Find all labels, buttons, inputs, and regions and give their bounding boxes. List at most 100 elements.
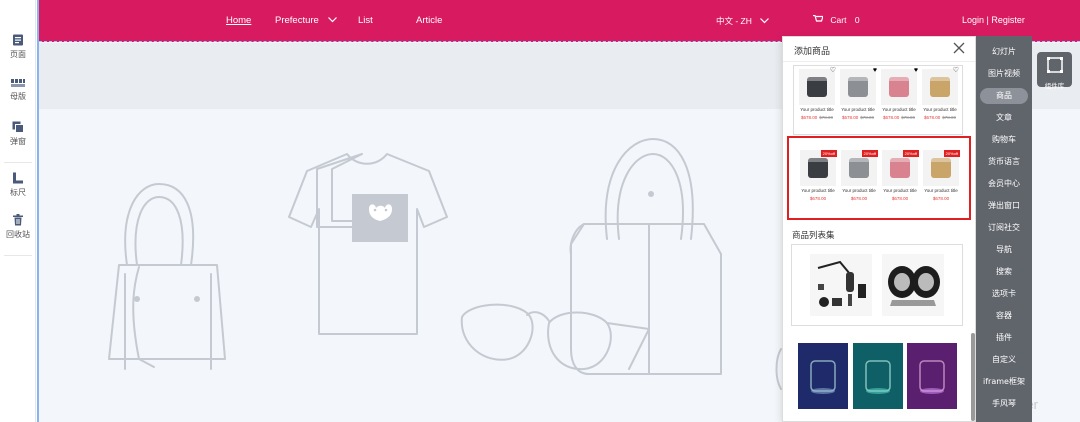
cart-count: 0 [854,15,860,25]
speaker-image [931,158,951,178]
speaker-image [848,77,868,97]
category-container[interactable]: 容器 [980,308,1028,324]
component-library-button[interactable]: 组件库 [1037,52,1072,90]
product-price: $678.00 $78.00 [923,115,957,120]
product-card: 20%off Your product title $678.00 [840,150,878,208]
category-article[interactable]: 文章 [980,110,1028,126]
product-title: Your product title [841,107,875,112]
template-icon [11,79,25,87]
category-product[interactable]: 商品 [980,88,1028,104]
chevron-down-icon [328,17,338,23]
product-image-purple[interactable] [907,343,957,409]
heart-filled-icon: ♥ [872,67,877,74]
tool-page-label: 页面 [10,50,26,59]
product-price: $678.00 [932,196,950,201]
cart-label: Cart [830,15,847,25]
language-select[interactable]: 中文 - ZH [716,15,770,27]
product-price: $678.00 [850,196,868,201]
tool-trash[interactable]: 回收站 [0,214,36,240]
tool-popup[interactable]: 弹窗 [0,121,36,147]
speaker-image [808,158,828,178]
add-product-panel: 添加商品 ♡ Your product title $678.00 $78.00 … [782,36,976,422]
product-price: $678.00 $78.00 [841,115,875,120]
product-image-teal[interactable] [853,343,903,409]
speaker-image [849,158,869,178]
product-card: ♡ Your product title $678.00 $78.00 [798,67,836,127]
product-price: $678.00 $78.00 [882,115,916,120]
close-icon[interactable] [952,41,966,55]
speaker-image [890,158,910,178]
nav-article[interactable]: Article [416,15,442,26]
product-style-card[interactable]: ♡ Your product title $678.00 $78.00 ♥ You… [793,65,963,135]
product-old-price: $78.00 [819,115,834,120]
product-card: ♡ Your product title $678.00 $78.00 [921,67,959,127]
discount-badge: 20%off [902,150,919,157]
page-icon [13,34,23,46]
product-thumb [881,69,917,105]
heart-outline-icon: ♡ [829,67,836,74]
ruler-icon [13,172,23,184]
product-title: Your product title [801,188,835,193]
toolbar-divider [4,162,32,163]
category-image-video[interactable]: 图片视频 [980,66,1028,82]
category-custom[interactable]: 自定义 [980,352,1028,368]
chevron-down-icon [760,18,770,24]
heart-filled-icon: ♥ [913,67,918,74]
category-cart[interactable]: 购物车 [980,132,1028,148]
login-register-link[interactable]: Login | Register [962,15,1025,25]
category-navigation[interactable]: 导航 [980,242,1028,258]
category-subscribe-social[interactable]: 订阅社交 [980,220,1028,236]
product-thumb [922,69,958,105]
tool-popup-label: 弹窗 [10,137,26,146]
product-price: $678.00 [809,196,827,201]
trash-icon [13,214,23,226]
tool-ruler-label: 标尺 [10,188,26,197]
tool-ruler[interactable]: 标尺 [0,172,36,198]
component-category-list: 幻灯片 图片视频 商品 文章 购物车 货币语言 会员中心 弹出窗口 订阅社交 导… [976,36,1032,422]
category-currency-language[interactable]: 货币语言 [980,154,1028,170]
left-toolbar: 页面 母版 弹窗 标尺 回收站 [0,0,36,422]
tool-page[interactable]: 页面 [0,34,36,60]
category-iframe[interactable]: iframe框架 [980,374,1028,390]
product-card: ♥ Your product title $678.00 $78.00 [839,67,877,127]
product-list-card[interactable] [791,244,963,326]
toolbar-divider [4,255,32,256]
product-title: Your product title [883,188,917,193]
category-accordion[interactable]: 手风琴 [980,396,1028,412]
product-card: 20%off Your product title $678.00 [881,150,919,208]
product-title: Your product title [842,188,876,193]
nav-list[interactable]: List [358,15,373,26]
nav-home[interactable]: Home [226,15,251,26]
discount-badge: 20%off [943,150,960,157]
component-library-label: 组件库 [1044,82,1065,90]
tool-trash-label: 回收站 [6,230,30,239]
product-old-price: $78.00 [860,115,875,120]
component-library-icon [1046,57,1063,73]
tool-template[interactable]: 母版 [0,78,36,102]
nav-prefecture-label: Prefecture [275,15,319,26]
language-label: 中文 - ZH [716,16,752,26]
category-member-center[interactable]: 会员中心 [980,176,1028,192]
category-search[interactable]: 搜索 [980,264,1028,280]
speaker-image [807,77,827,97]
heart-outline-icon: ♡ [952,67,959,74]
product-card: 20%off Your product title $678.00 [922,150,960,208]
product-price: $678.00 [891,196,909,201]
tool-template-label: 母版 [10,92,26,101]
product-old-price: $78.00 [942,115,957,120]
product-image-blue[interactable] [798,343,848,409]
nav-prefecture[interactable]: Prefecture [275,15,338,26]
product-thumb [799,69,835,105]
panel-title: 添加商品 [794,47,831,57]
category-tabs[interactable]: 选项卡 [980,286,1028,302]
panel-scrollbar[interactable] [971,333,975,421]
category-plugin[interactable]: 插件 [980,330,1028,346]
product-style-card-selected[interactable]: 20%off Your product title $678.00 20%off… [787,136,971,220]
product-title: Your product title [800,107,834,112]
hero-illustration [108,138,782,390]
product-title: Your product title [882,107,916,112]
cart-link[interactable]: Cart 0 [813,14,860,25]
category-slideshow[interactable]: 幻灯片 [980,44,1028,60]
category-popup[interactable]: 弹出窗口 [980,198,1028,214]
cart-icon [813,14,824,22]
